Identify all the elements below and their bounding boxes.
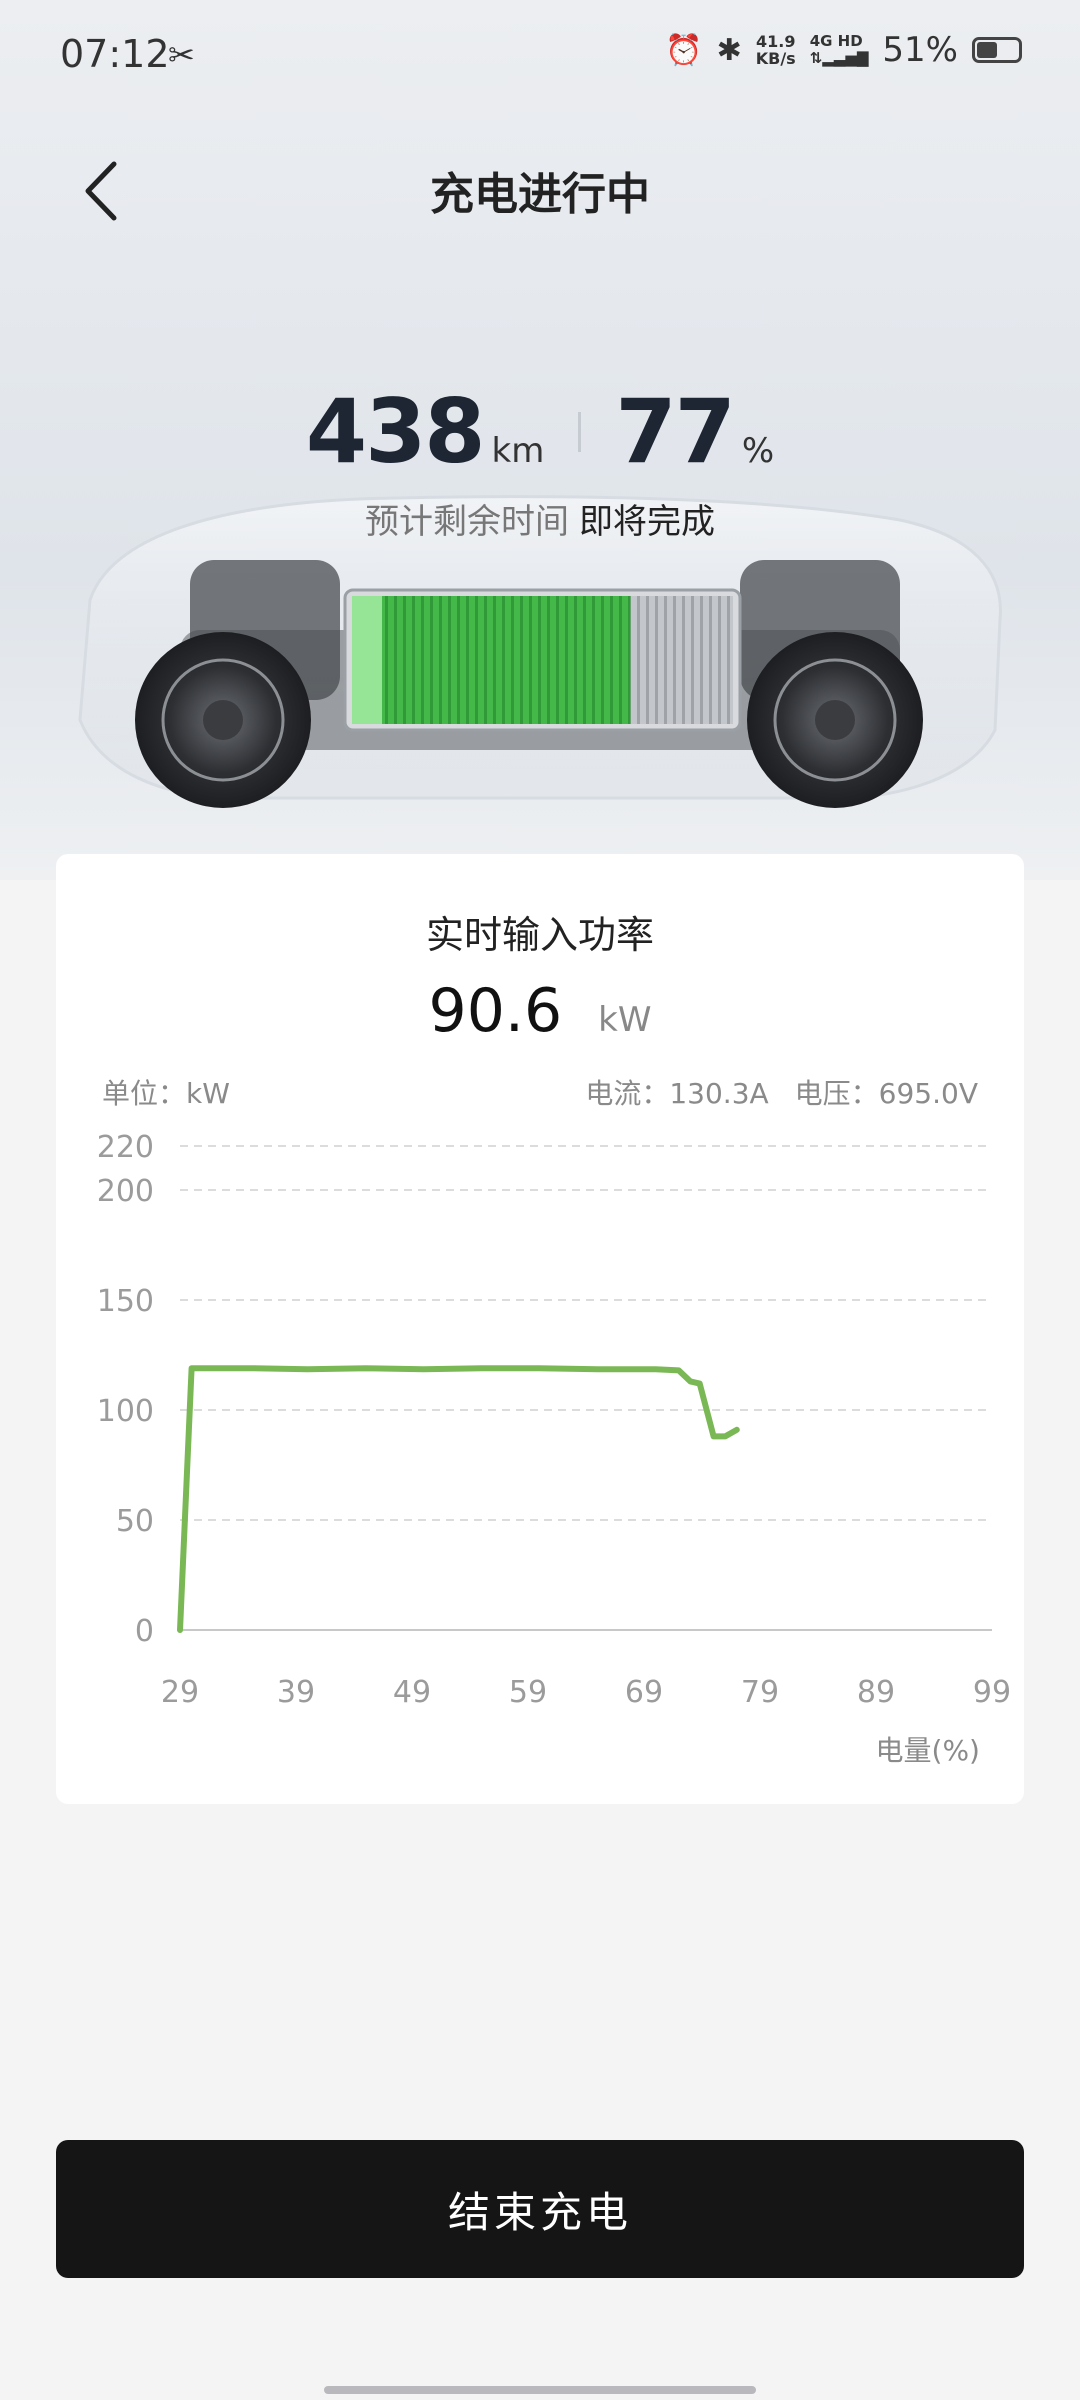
network-speed: 41.9 KB/s	[756, 33, 796, 67]
alarm-icon: ⏰	[665, 32, 703, 68]
x-tick-label: 49	[393, 1675, 431, 1710]
battery-fill	[977, 42, 998, 58]
bluetooth-icon: ✱	[716, 32, 742, 68]
power-unit: kW	[598, 1000, 652, 1040]
power-readout: 90.6 kW	[56, 976, 1024, 1046]
eta-row: 预计剩余时间 即将完成	[0, 494, 1080, 543]
y-tick-label: 50	[116, 1504, 154, 1539]
power-value: 90.6	[428, 976, 563, 1046]
network-type: 4G HD	[809, 32, 863, 50]
end-charging-button[interactable]: 结束充电	[56, 2140, 1024, 2278]
power-chart: 0 50 100 150 200 220 29 39 49 59 69 79 89 99 电量(%)	[97, 1130, 1011, 1767]
rear-wheel	[747, 632, 923, 808]
card-title: 实时输入功率	[425, 913, 654, 957]
x-tick-label: 69	[625, 1675, 663, 1710]
soc-unit: %	[741, 431, 775, 471]
soc-value: 77	[615, 380, 735, 483]
stats-divider	[578, 411, 582, 452]
voltage-value: 电压：695.0V	[794, 1077, 978, 1110]
network-speed-unit: KB/s	[755, 49, 796, 68]
network-speed-value: 41.9	[755, 32, 796, 51]
eta-value: 即将完成	[579, 502, 715, 542]
signal-bars-icon: ⇅▂▃▅▇	[809, 49, 869, 67]
status-icons: ⏰ ✱ 41.9 KB/s 4G HD ⇅▂▃▅▇ 51%	[665, 30, 1022, 70]
power-series-line	[177, 1365, 740, 1633]
scissors-icon: ✂	[168, 36, 195, 74]
status-bar: 07:12 ✂ ⏰ ✱ 41.9 KB/s 4G HD ⇅▂▃▅▇ 51%	[0, 0, 1080, 110]
status-time: 07:12	[60, 32, 170, 76]
page-title: 充电进行中	[430, 169, 650, 220]
x-tick-label: 59	[509, 1675, 547, 1710]
battery-pack	[343, 588, 742, 732]
signal-icon: 4G HD ⇅▂▃▅▇	[810, 33, 869, 67]
x-tick-label: 79	[741, 1675, 779, 1710]
y-tick-label: 0	[135, 1614, 154, 1649]
x-tick-label: 89	[857, 1675, 895, 1710]
chart-unit-label: 单位：kW	[102, 1077, 230, 1110]
x-tick-label: 39	[277, 1675, 315, 1710]
x-tick-label: 29	[161, 1675, 199, 1710]
x-axis-label: 电量(%)	[876, 1734, 980, 1767]
range-unit: km	[491, 431, 545, 471]
y-tick-label: 220	[97, 1130, 154, 1165]
battery-icon	[972, 37, 1022, 63]
home-indicator[interactable]	[324, 2386, 756, 2394]
charge-stats: 438 km 77 %	[0, 380, 1080, 483]
battery-percent: 51%	[882, 30, 958, 70]
electrical-metrics: 电流：130.3A 电压：695.0V	[585, 1072, 978, 1112]
y-tick-label: 100	[97, 1394, 154, 1429]
range-value: 438	[305, 380, 486, 483]
power-card: 实时输入功率 90.6 kW 单位：kW 电流：130.3A 电压：695.0V 0…	[56, 854, 1024, 1804]
current-value: 电流：130.3A	[585, 1077, 769, 1110]
x-tick-label: 99	[973, 1675, 1011, 1710]
eta-label: 预计剩余时间	[365, 502, 569, 542]
y-tick-label: 200	[97, 1174, 154, 1209]
y-tick-label: 150	[97, 1284, 154, 1319]
front-wheel	[135, 632, 311, 808]
